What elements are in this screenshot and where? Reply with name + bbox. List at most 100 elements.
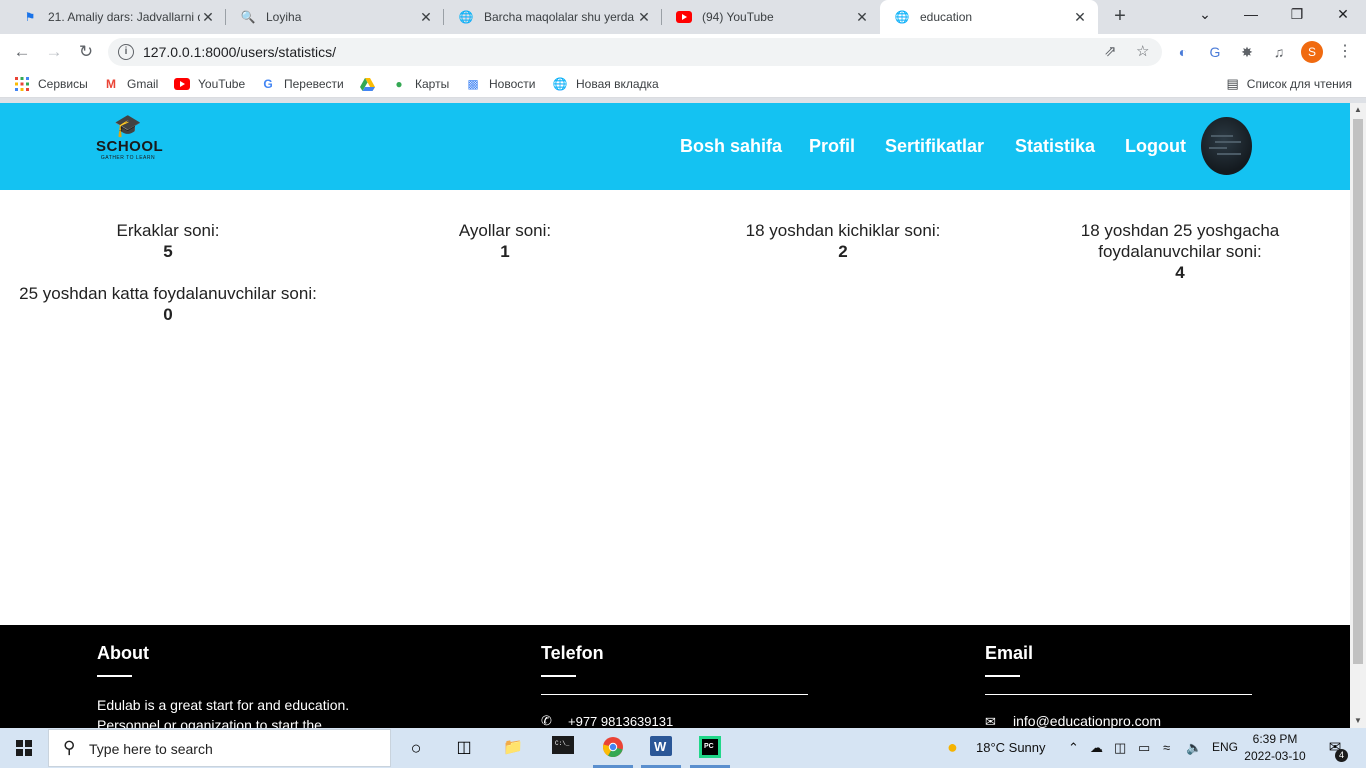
media-control-icon[interactable]: ♫ [1269,42,1289,62]
tab-youtube[interactable]: (94) YouTube ✕ [662,0,880,34]
weather-text[interactable]: 18°C Sunny [976,740,1046,755]
extensions-puzzle-icon[interactable]: ✸ [1237,42,1257,62]
terminal-icon[interactable]: C:\_ [550,736,576,760]
task-view-icon[interactable]: ◫ [451,736,477,760]
nav-logout[interactable]: Logout [1125,136,1186,157]
user-avatar[interactable] [1201,117,1252,175]
reload-icon[interactable]: ↻ [74,40,98,64]
footer-email-title: Email [985,643,1034,663]
onedrive-warning-icon[interactable]: ☁ [1090,740,1103,756]
nav-statistika[interactable]: Statistika [1015,136,1095,157]
bookmark-karty[interactable]: ● Карты [391,76,449,92]
word-icon[interactable]: W [648,736,674,760]
logo-tagline: GATHER TO LEARN [100,155,156,161]
back-icon[interactable]: ← [10,40,34,64]
notification-center-icon[interactable]: ✉ 4 [1324,738,1348,762]
clock-time: 6:39 PM [1252,732,1298,746]
bookmark-flag-icon: ⚑ [24,10,36,24]
new-tab-button[interactable]: + [1108,5,1132,29]
google-translate-icon[interactable]: G [1205,42,1225,62]
youtube-icon [676,9,692,25]
bookmark-perevesti[interactable]: G Перевести [260,76,343,92]
site-info-icon[interactable]: i [118,44,134,60]
bookmark-label: YouTube [198,77,246,91]
footer-phone[interactable]: +977 9813639131 [568,712,673,728]
scrollbar-thumb[interactable] [1353,119,1363,664]
volume-icon[interactable]: 🔈 [1186,740,1202,756]
footer-email[interactable]: info@educationpro.com [1013,711,1161,728]
footer-about-title: About [97,643,149,663]
close-tab-icon[interactable]: ✕ [418,9,434,26]
bookmark-youtube[interactable]: YouTube [174,76,245,92]
close-tab-icon[interactable]: ✕ [636,9,652,26]
tab-search-chevron-icon[interactable]: ⌄ [1182,0,1228,30]
nav-bosh-sahifa[interactable]: Bosh sahifa [680,136,782,157]
share-icon[interactable]: ⇗ [1104,42,1117,60]
tab-title: 21. Amaliy dars: Jadvallarni d [48,10,200,24]
device-icon[interactable]: ◫ [1114,740,1126,756]
restore-icon[interactable]: ❐ [1274,0,1320,30]
magnifier-icon: 🔍 [240,10,256,24]
taskbar-search-placeholder: Type here to search [89,741,213,757]
kebab-menu-icon[interactable]: ⋮ [1335,40,1355,64]
wifi-icon[interactable]: ≈ [1163,740,1170,755]
close-tab-icon[interactable]: ✕ [200,9,216,26]
browser-toolbar: ← → ↻ i 127.0.0.1:8000/users/statistics/… [0,34,1366,70]
stat-label: 18 yoshdan 25 yoshgacha foydalanuvchilar… [1080,221,1280,261]
gmail-icon: M [106,77,116,91]
stat-value: 0 [163,305,173,324]
footer-about-text: Edulab is a great start for and educatio… [97,697,350,728]
tab-title: (94) YouTube [702,10,774,24]
scroll-down-arrow-icon[interactable]: ▼ [1350,714,1366,728]
taskbar-search-box[interactable]: ⚲ Type here to search [48,729,391,767]
globe-icon: 🌐 [552,77,568,91]
footer-divider [985,675,1020,677]
apps-grid-icon [14,76,30,92]
bookmark-gmail[interactable]: M Gmail [103,76,158,92]
minimize-icon[interactable]: — [1228,0,1274,30]
taskbar-clock[interactable]: 6:39 PM 2022-03-10 [1240,731,1310,765]
tab-loyiha[interactable]: 🔍 Loyiha ✕ [226,0,444,34]
bookmark-label: Новости [489,77,536,91]
reading-list-button[interactable]: ▤ Список для чтения [1226,76,1352,92]
nav-profil[interactable]: Profil [809,136,855,157]
weather-sun-icon[interactable]: ● [947,737,958,758]
battery-icon[interactable]: ▭ [1138,740,1150,756]
forward-icon[interactable]: → [42,40,66,64]
bookmark-novosti[interactable]: ▩ Новости [465,76,535,92]
stat-erkaklar: Erkaklar soni: 5 [68,220,268,262]
footer-divider [985,694,1252,695]
stat-label: Erkaklar soni: [116,221,220,240]
nav-sertifikatlar[interactable]: Sertifikatlar [885,136,984,157]
language-indicator[interactable]: ENG [1212,740,1238,754]
chrome-icon[interactable] [600,736,626,760]
address-bar[interactable]: i 127.0.0.1:8000/users/statistics/ ⇗ ☆ [108,38,1162,66]
pycharm-icon[interactable]: PC [697,736,723,760]
close-tab-icon[interactable]: ✕ [854,9,870,26]
file-explorer-icon[interactable]: 📁 [500,736,526,760]
bookmark-novaya-vkladka[interactable]: 🌐 Новая вкладка [552,76,659,92]
stat-label: 25 yoshdan katta foydalanuvchilar soni: [19,284,317,303]
bookmark-servisy[interactable]: Сервисы [14,76,88,92]
url-text[interactable]: 127.0.0.1:8000/users/statistics/ [143,44,336,60]
school-logo[interactable]: 🎓 SCHOOL GATHER TO LEARN [96,115,163,177]
close-window-icon[interactable]: ✕ [1320,0,1366,30]
tray-chevron-up-icon[interactable]: ⌃ [1068,740,1079,756]
tab-amaliy-dars[interactable]: ⚑ 21. Amaliy dars: Jadvallarni d ✕ [8,0,226,34]
profile-avatar[interactable]: S [1301,41,1323,63]
cortana-circle-icon[interactable]: ○ [403,736,429,760]
tab-barcha-maqolalar[interactable]: 🌐 Barcha maqolalar shu yerda ✕ [444,0,662,34]
tab-education[interactable]: 🌐 education ✕ [880,0,1098,34]
footer-divider [97,675,132,677]
windows-start-icon[interactable] [16,740,32,756]
extension-icon[interactable]: ◐ [1173,42,1193,62]
notification-count-badge: 4 [1335,749,1348,762]
tab-strip: ⚑ 21. Amaliy dars: Jadvallarni d ✕ 🔍 Loy… [0,0,1366,34]
google-drive-icon [359,76,375,92]
close-tab-icon[interactable]: ✕ [1072,9,1088,26]
page-scrollbar[interactable]: ▲ ▼ [1350,103,1366,728]
scroll-up-arrow-icon[interactable]: ▲ [1350,103,1366,117]
bookmark-google-drive[interactable] [359,76,383,92]
search-icon: ⚲ [63,738,76,757]
bookmark-star-icon[interactable]: ☆ [1136,42,1149,60]
